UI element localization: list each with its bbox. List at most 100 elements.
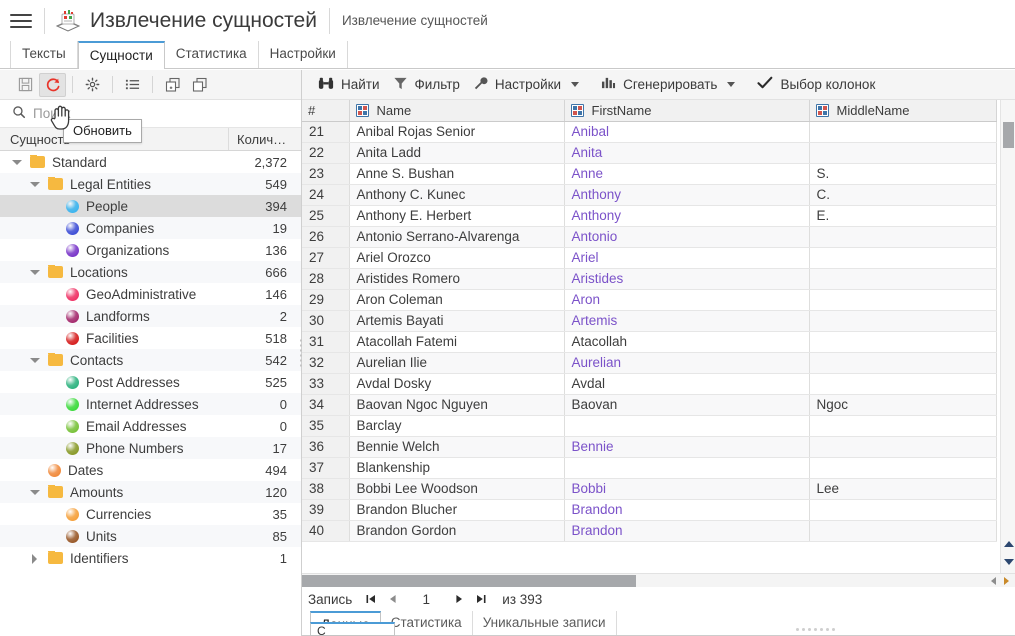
cell-middlename[interactable] [809,289,997,311]
cell-firstname[interactable]: Anthony [564,205,810,227]
table-row[interactable]: 38 Bobbi Lee Woodson Bobbi Lee [302,478,997,500]
cell-name[interactable]: Ariel Orozco [349,247,565,269]
cell-name[interactable]: Avdal Dosky [349,373,565,395]
table-row[interactable]: 27 Ariel Orozco Ariel [302,247,997,269]
cell-middlename[interactable]: C. [809,184,997,206]
first-page-button[interactable] [360,589,382,609]
copy-add-button[interactable] [159,73,186,97]
column-header-index[interactable]: # [302,100,350,122]
cell-name[interactable]: Barclay [349,415,565,437]
tree-item-contacts[interactable]: Contacts 542 [0,349,301,371]
firstname-link[interactable]: Artemis [572,313,618,328]
grid-vscroll-thumb[interactable] [1003,122,1014,148]
cell-middlename[interactable]: S. [809,163,997,185]
table-row[interactable]: 32 Aurelian Ilie Aurelian [302,352,997,374]
tree-item-organizations[interactable]: Organizations 136 [0,239,301,261]
column-header-firstname[interactable]: FirstName [564,100,810,122]
table-row[interactable]: 36 Bennie Welch Bennie [302,436,997,458]
firstname-link[interactable]: Anita [572,145,603,160]
entity-tree[interactable]: Standard 2,372 Legal Entities 549 People 394 C… [0,151,301,636]
cell-middlename[interactable]: Ngoc [809,394,997,416]
cell-firstname[interactable]: Avdal [564,373,810,395]
scroll-up-icon[interactable] [1004,541,1014,547]
cell-middlename[interactable] [809,142,997,164]
grid-hscroll-thumb[interactable] [302,575,636,587]
resize-grip-icon[interactable] [617,628,1015,635]
table-row[interactable]: 28 Aristides Romero Aristides [302,268,997,290]
tree-item-internet-addresses[interactable]: Internet Addresses 0 [0,393,301,415]
expand-arrow-icon[interactable] [28,552,41,565]
collapse-arrow-icon[interactable] [10,156,23,169]
scroll-left-icon[interactable] [991,577,996,585]
firstname-link[interactable]: Bobbi [572,481,607,496]
cell-middlename[interactable] [809,415,997,437]
prev-page-button[interactable] [382,589,404,609]
cell-name[interactable]: Anthony C. Kunec [349,184,565,206]
cell-middlename[interactable] [809,310,997,332]
settings-button[interactable]: Настройки [471,73,590,97]
firstname-link[interactable]: Brandon [572,502,623,517]
find-button[interactable]: Найти [316,73,391,97]
cell-firstname[interactable]: Artemis [564,310,810,332]
tree-item-phone-numbers[interactable]: Phone Numbers 17 [0,437,301,459]
cell-firstname[interactable]: Anibal [564,121,810,143]
cell-firstname[interactable]: Aristides [564,268,810,290]
column-header-name[interactable]: Name [349,100,565,122]
generate-button[interactable]: Сгенерировать [599,73,746,97]
grid-scroll-area[interactable]: # Name FirstName MiddleName 21 Anibal Ro… [302,100,1015,573]
tree-item-locations[interactable]: Locations 666 [0,261,301,283]
cell-name[interactable]: Brandon Blucher [349,499,565,521]
cell-middlename[interactable] [809,499,997,521]
cell-firstname[interactable] [564,457,810,479]
page-number-input[interactable]: 1 [404,592,448,607]
cell-name[interactable]: Brandon Gordon [349,520,565,542]
cell-name[interactable]: Atacollah Fatemi [349,331,565,353]
chevron-down-icon-2[interactable] [727,82,736,87]
list-button[interactable] [119,73,146,97]
cell-name[interactable]: Anthony E. Herbert [349,205,565,227]
firstname-link[interactable]: Bennie [572,439,614,454]
collapse-arrow-icon[interactable] [28,178,41,191]
tree-item-people[interactable]: People 394 [0,195,301,217]
cell-firstname[interactable]: Anthony [564,184,810,206]
tree-item-facilities[interactable]: Facilities 518 [0,327,301,349]
table-row[interactable]: 22 Anita Ladd Anita [302,142,997,164]
cell-name[interactable]: Anne S. Bushan [349,163,565,185]
bottom-tab-unique-records[interactable]: Уникальные записи [473,611,617,635]
firstname-link[interactable]: Anthony [572,208,622,223]
firstname-link[interactable]: Aron [572,292,601,307]
collapse-arrow-icon[interactable] [28,266,41,279]
cell-name[interactable]: Bennie Welch [349,436,565,458]
cell-middlename[interactable] [809,247,997,269]
cell-firstname[interactable]: Antonio [564,226,810,248]
table-row[interactable]: 30 Artemis Bayati Artemis [302,310,997,332]
next-page-button[interactable] [448,589,470,609]
cell-middlename[interactable] [809,331,997,353]
table-row[interactable]: 39 Brandon Blucher Brandon [302,499,997,521]
cell-name[interactable]: Baovan Ngoc Nguyen [349,394,565,416]
cell-middlename[interactable]: E. [809,205,997,227]
tree-item-post-addresses[interactable]: Post Addresses 525 [0,371,301,393]
last-page-button[interactable] [470,589,492,609]
copy-button[interactable] [186,73,213,97]
cell-firstname[interactable]: Brandon [564,499,810,521]
tree-item-geoadministrative[interactable]: GeoAdministrative 146 [0,283,301,305]
cell-middlename[interactable] [809,373,997,395]
firstname-link[interactable]: Ariel [572,250,599,265]
cell-name[interactable]: Aron Coleman [349,289,565,311]
tree-search[interactable]: Поиск [0,100,301,128]
cell-name[interactable]: Anita Ladd [349,142,565,164]
table-row[interactable]: 21 Anibal Rojas Senior Anibal [302,121,997,143]
cell-name[interactable]: Aristides Romero [349,268,565,290]
tree-item-landforms[interactable]: Landforms 2 [0,305,301,327]
table-row[interactable]: 26 Antonio Serrano-Alvarenga Antonio [302,226,997,248]
cell-firstname[interactable]: Anita [564,142,810,164]
tree-item-standard[interactable]: Standard 2,372 [0,151,301,173]
firstname-link[interactable]: Antonio [572,229,618,244]
cell-firstname[interactable]: Baovan [564,394,810,416]
cell-firstname[interactable]: Aron [564,289,810,311]
table-row[interactable]: 35 Barclay [302,415,997,437]
tab-entities[interactable]: Сущности [77,41,165,69]
cell-name[interactable]: Aurelian Ilie [349,352,565,374]
collapse-arrow-icon[interactable] [28,486,41,499]
